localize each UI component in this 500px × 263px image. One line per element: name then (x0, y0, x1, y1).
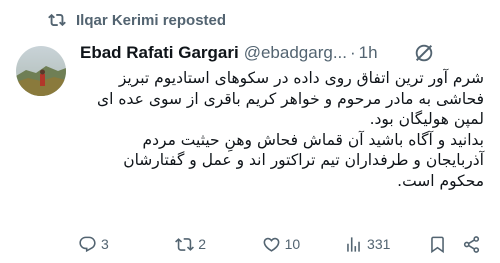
tweet-line: شرم آور ترین اتفاق روی داده در سکوهای اس… (118, 69, 484, 87)
timestamp[interactable]: 1h (359, 43, 378, 63)
repost-label[interactable]: Ilqar Kerimi reposted (76, 12, 226, 29)
retweet-button[interactable]: 2 (175, 235, 261, 254)
author-name[interactable]: Ebad Rafati Gargari (80, 43, 239, 63)
reply-button[interactable]: 3 (78, 235, 175, 254)
reply-count: 3 (101, 236, 109, 252)
repost-context: Ilqar Kerimi reposted (48, 10, 226, 30)
tweet-header: Ebad Rafati Gargari @ebadgarg... · 1h (80, 40, 484, 66)
tweet-line: محکوم است. (397, 171, 484, 190)
author-handle[interactable]: @ebadgarg... (244, 43, 347, 63)
tweet-text: شرم آور ترین اتفاق روی داده در سکوهای اس… (80, 68, 484, 191)
tweet-line: بدانید و آگاه باشید آن قماش فحاش وهنِ حی… (142, 130, 484, 149)
views-count: 331 (367, 236, 391, 252)
tweet-line: لمپن هولیگان بود. (369, 110, 484, 128)
share-button[interactable] (462, 235, 482, 254)
reply-icon (79, 236, 96, 252)
like-button[interactable]: 10 (262, 235, 344, 254)
share-icon (464, 235, 480, 253)
retweet-icon (175, 237, 195, 251)
retweet-count: 2 (198, 236, 207, 252)
like-icon (263, 237, 280, 252)
bookmark-icon (431, 236, 445, 253)
separator-dot: · (350, 43, 356, 62)
views-button[interactable]: 331 (344, 235, 428, 254)
avatar[interactable] (16, 46, 66, 96)
action-bar: 3 2 10 331 (78, 231, 482, 257)
bookmark-button[interactable] (428, 235, 462, 254)
views-icon (347, 236, 360, 252)
tweet-line: فحاشی به مادر مرحوم و خواهر کریم باقری ا… (97, 89, 484, 108)
tweet-line: آذربایجان و طرفداران تیم تراکتور اند و ع… (123, 151, 484, 169)
repost-icon (48, 11, 66, 29)
grok-icon[interactable] (412, 41, 436, 65)
like-count: 10 (284, 236, 301, 252)
